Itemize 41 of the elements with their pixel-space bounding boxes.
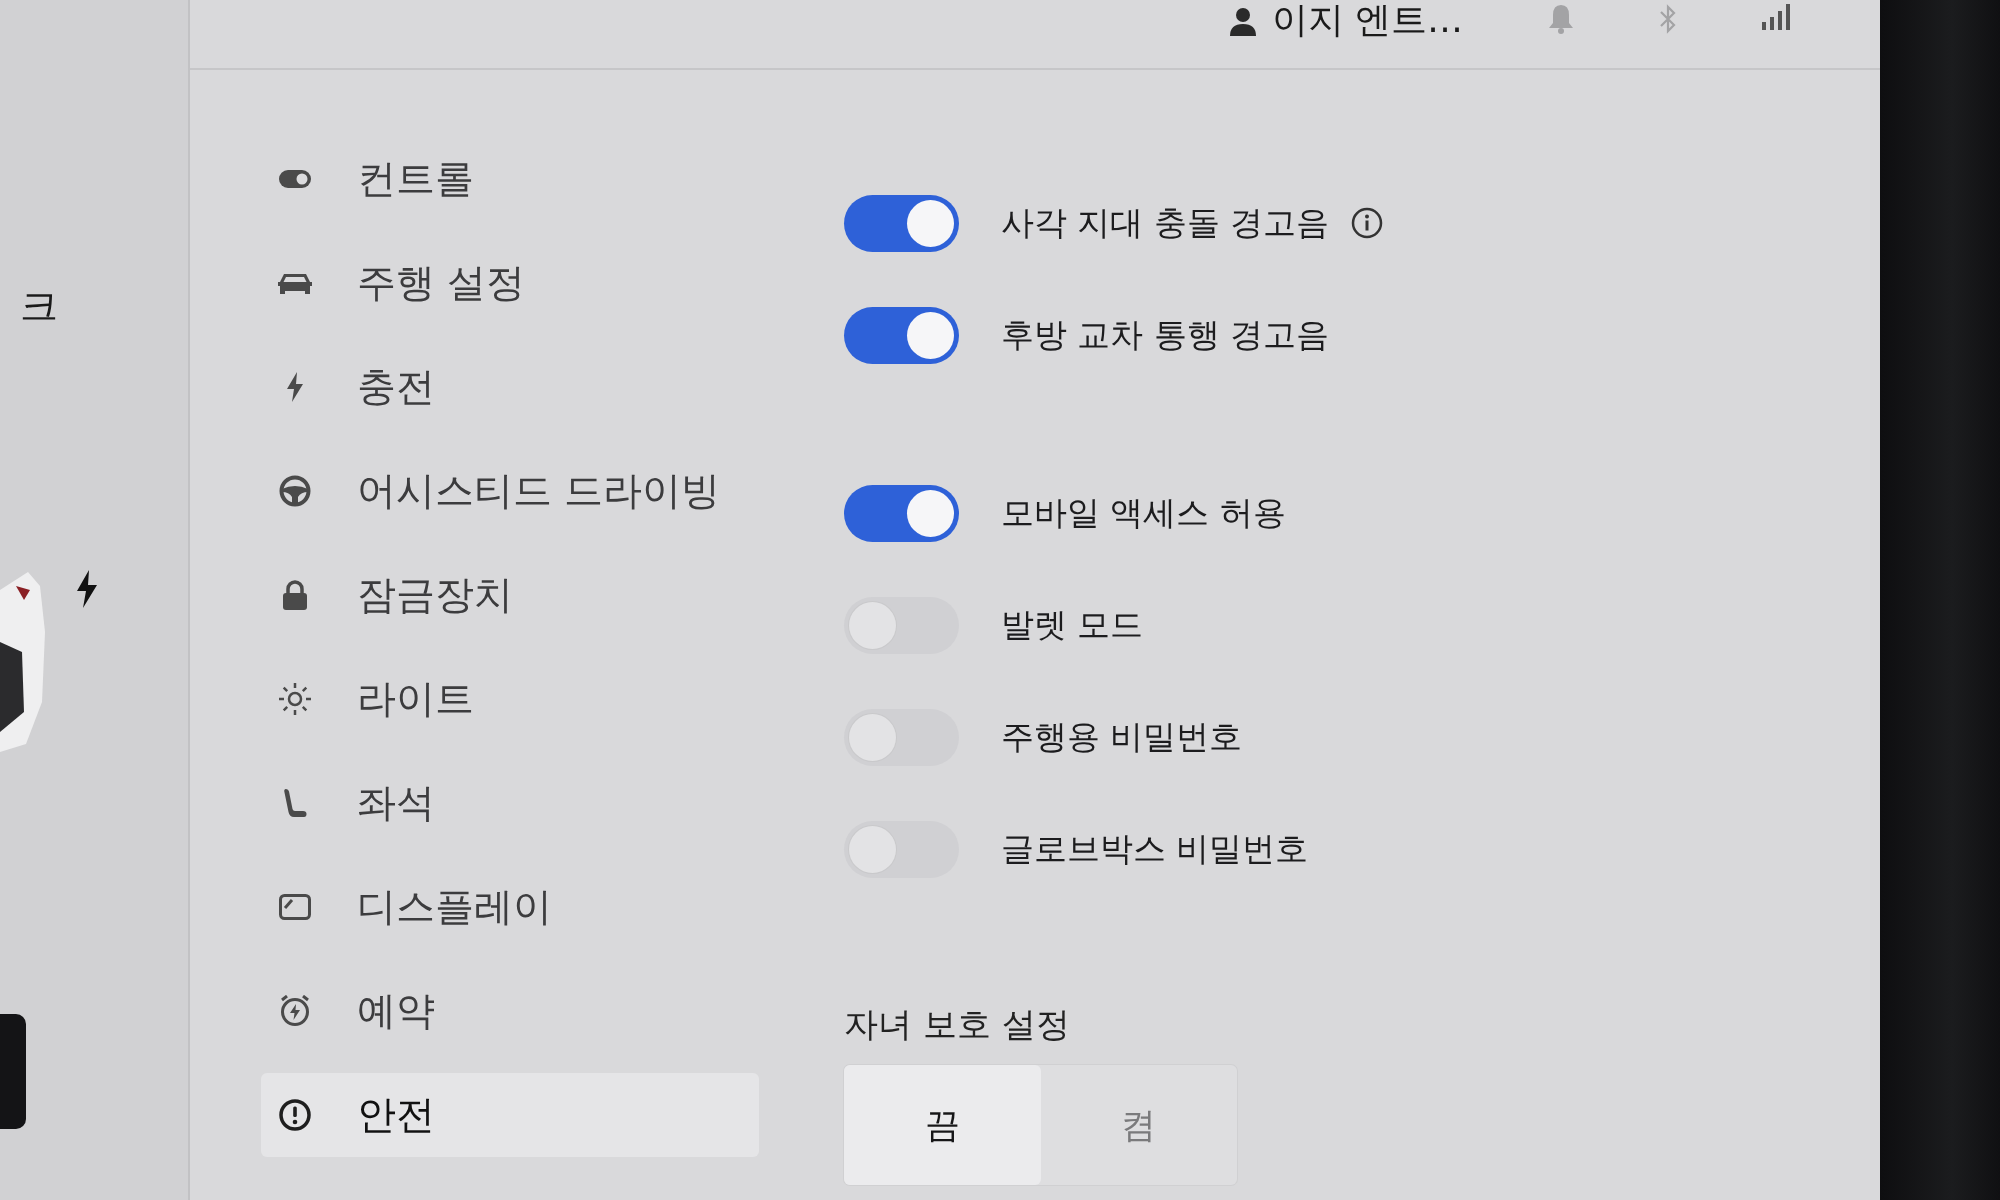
clock-icon	[279, 995, 311, 1027]
section-title: 자녀 보호 설정	[844, 1004, 1070, 1044]
person-icon	[1229, 8, 1256, 36]
menu-item[interactable]: 좌석	[261, 761, 759, 845]
menu-item[interactable]: 컨트롤	[261, 137, 759, 221]
info-icon[interactable]	[1351, 207, 1384, 239]
steering-wheel-icon	[279, 475, 311, 507]
menu-item[interactable]: 잠금장치	[261, 553, 759, 637]
menu-item[interactable]: 충전	[261, 345, 759, 429]
profile-button[interactable]: 이지 엔트…	[1229, 0, 1463, 40]
lock-icon	[282, 580, 308, 610]
setting-label: 사각 지대 충돌 경고음	[1001, 201, 1330, 244]
lightning-icon	[76, 570, 98, 608]
menu-item[interactable]: 라이트	[261, 657, 759, 741]
lightning-icon	[286, 372, 304, 402]
seat-icon	[283, 788, 307, 818]
signal-icon	[1762, 4, 1790, 30]
setting-label: 발렛 모드	[1001, 603, 1144, 646]
toggle-switch[interactable]	[844, 194, 959, 252]
menu-item[interactable]: 디스플레이	[261, 865, 759, 949]
setting-label: 주행용 비밀번호	[1001, 715, 1243, 758]
menu-item[interactable]: 안전	[261, 1073, 759, 1157]
setting-label: 모바일 액세스 허용	[1001, 491, 1286, 534]
menu-item[interactable]: 어시스티드 드라이빙	[261, 449, 759, 533]
segment-option[interactable]: 끔	[844, 1065, 1041, 1185]
alert-icon	[279, 1099, 311, 1131]
setting-label: 글로브박스 비밀번호	[1001, 827, 1309, 870]
setting-label: 후방 교차 통행 경고음	[1001, 313, 1330, 356]
toggle-switch[interactable]	[844, 484, 959, 542]
toggle-icon	[279, 170, 311, 188]
panel-label: 크	[20, 284, 58, 328]
toggle-switch[interactable]	[844, 306, 959, 364]
side-button[interactable]	[0, 1014, 26, 1129]
sun-icon	[279, 683, 311, 715]
menu-item[interactable]: 주행 설정	[261, 241, 759, 325]
bluetooth-icon[interactable]	[1659, 4, 1677, 34]
segmented-control[interactable]: 끔 켬	[844, 1065, 1237, 1185]
display-icon	[279, 894, 311, 920]
car-icon	[278, 272, 312, 294]
bell-icon[interactable]	[1548, 4, 1574, 34]
menu-item[interactable]: 예약	[261, 969, 759, 1053]
